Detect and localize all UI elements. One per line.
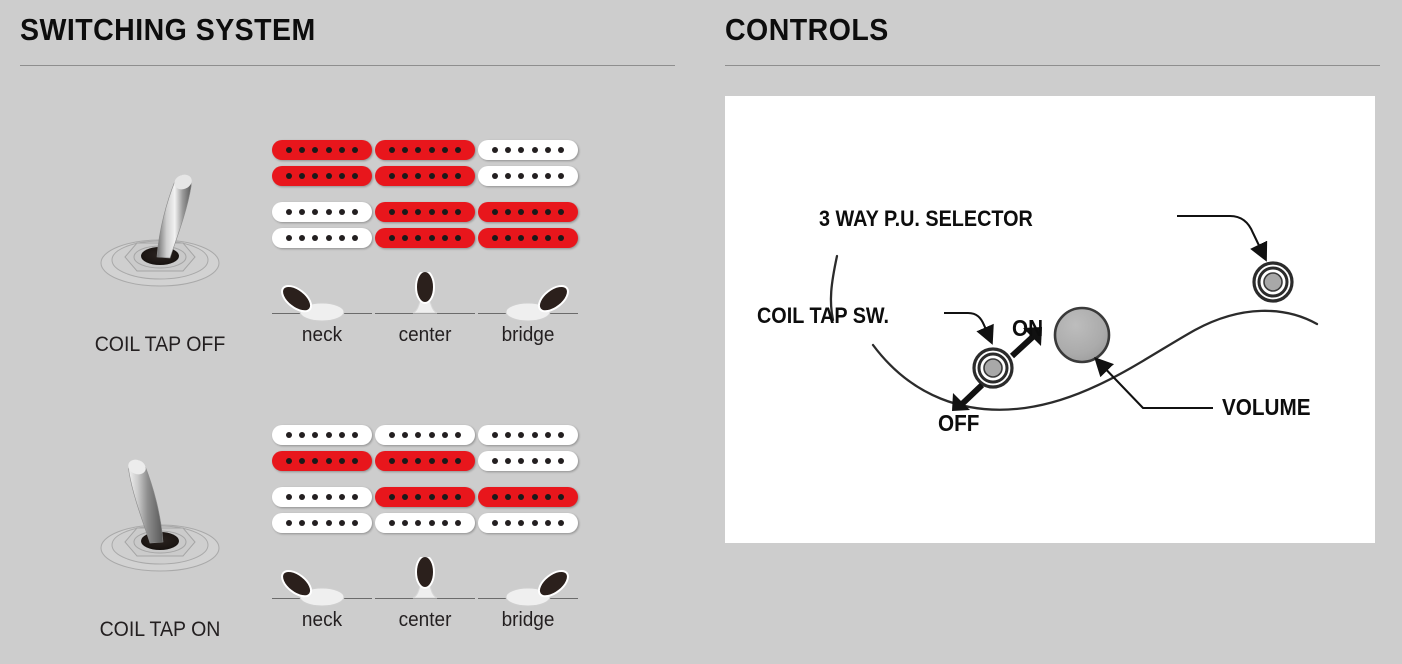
coil-bridge-top	[375, 487, 475, 507]
coil-bridge-top	[375, 202, 475, 222]
label-off: OFF	[938, 410, 980, 436]
coil-neck-bottom	[375, 451, 475, 471]
pos-label-neck: neck	[301, 324, 343, 346]
pos-label-neck: neck	[301, 609, 343, 631]
blade-switch-bridge[interactable]: bridge	[478, 272, 578, 346]
label-on: ON	[1012, 315, 1044, 341]
bridge-pickup	[375, 202, 475, 248]
pos-label-center: center	[398, 609, 452, 631]
coil-neck-top	[272, 425, 372, 445]
coil-neck-bottom	[272, 451, 372, 471]
coil-neck-top	[375, 425, 475, 445]
coil-bridge-top	[272, 487, 372, 507]
controls-divider	[725, 65, 1380, 66]
pu-column-center-on: center	[375, 425, 479, 631]
coil-tap-switch-graphic	[972, 347, 1014, 389]
pu-column-neck-on: neck	[272, 425, 376, 631]
coil-bridge-bottom	[272, 513, 372, 533]
pu-column-neck-off: neck	[272, 140, 376, 346]
pos-label-bridge: bridge	[501, 609, 555, 631]
coil-neck-bottom	[478, 166, 578, 186]
bridge-pickup	[478, 202, 578, 248]
controls-title: CONTROLS	[725, 12, 889, 47]
bridge-pickup	[272, 487, 372, 533]
blade-switch-center[interactable]: center	[375, 272, 475, 346]
label-volume: VOLUME	[1222, 394, 1311, 420]
pu-column-bridge-on: bridge	[478, 425, 582, 631]
controls-diagram-panel: 3 WAY P.U. SELECTOR COIL TAP SW. ON OFF …	[725, 96, 1375, 543]
coil-bridge-bottom	[272, 228, 372, 248]
coil-neck-top	[375, 140, 475, 160]
coil-neck-top	[478, 425, 578, 445]
guitar-spec-page: SWITCHING SYSTEM COIL TAP OFF neck cente…	[0, 0, 1402, 664]
label-pu-selector: 3 WAY P.U. SELECTOR	[819, 206, 1033, 231]
coil-bridge-bottom	[478, 513, 578, 533]
bridge-pickup	[375, 487, 475, 533]
coil-bridge-bottom	[478, 228, 578, 248]
neck-pickup	[478, 425, 578, 471]
neck-pickup	[272, 425, 372, 471]
switching-system-title: SWITCHING SYSTEM	[20, 12, 316, 47]
neck-pickup	[375, 140, 475, 186]
pos-label-bridge: bridge	[501, 324, 555, 346]
toggle-switch-coil-tap-off[interactable]: COIL TAP OFF	[85, 165, 235, 356]
bridge-pickup	[272, 202, 372, 248]
volume-knob-graphic	[1053, 306, 1111, 364]
coil-bridge-top	[272, 202, 372, 222]
blade-switch-neck[interactable]: neck	[272, 557, 372, 631]
coil-bridge-bottom	[375, 228, 475, 248]
pu-selector-switch-graphic	[1252, 261, 1294, 303]
coil-bridge-top	[478, 202, 578, 222]
coil-neck-top	[272, 140, 372, 160]
blade-switch-center[interactable]: center	[375, 557, 475, 631]
coil-neck-bottom	[375, 166, 475, 186]
switching-system-divider	[20, 65, 675, 66]
label-coil-tap-sw: COIL TAP SW.	[757, 303, 890, 328]
coil-neck-top	[478, 140, 578, 160]
pos-label-center: center	[398, 324, 452, 346]
pu-column-bridge-off: bridge	[478, 140, 582, 346]
neck-pickup	[375, 425, 475, 471]
coil-bridge-top	[478, 487, 578, 507]
blade-switch-neck[interactable]: neck	[272, 272, 372, 346]
off-arrow-icon	[952, 382, 985, 411]
pu-column-center-off: center	[375, 140, 479, 346]
coil-bridge-bottom	[375, 513, 475, 533]
bridge-pickup	[478, 487, 578, 533]
neck-pickup	[478, 140, 578, 186]
toggle-label-coil-tap-off: COIL TAP OFF	[94, 333, 226, 356]
toggle-label-coil-tap-on: COIL TAP ON	[99, 618, 221, 641]
coil-neck-bottom	[272, 166, 372, 186]
neck-pickup	[272, 140, 372, 186]
toggle-switch-coil-tap-on[interactable]: COIL TAP ON	[85, 450, 235, 641]
coil-neck-bottom	[478, 451, 578, 471]
blade-switch-bridge[interactable]: bridge	[478, 557, 578, 631]
